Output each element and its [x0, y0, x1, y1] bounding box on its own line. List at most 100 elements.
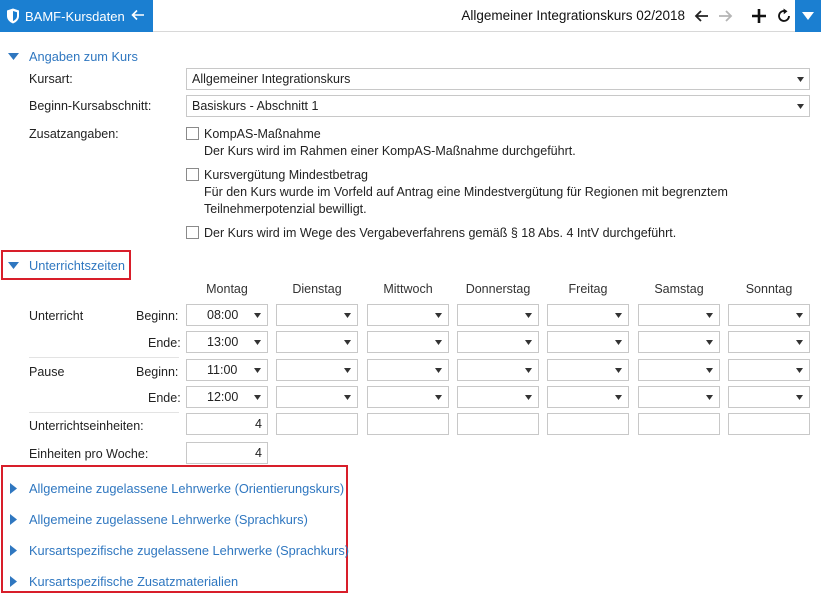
- dropdown-icon: [802, 12, 814, 20]
- section-title: Kursartspezifische zugelassene Lehrwerke…: [29, 543, 350, 558]
- unterricht-beginn-freitag[interactable]: [547, 304, 629, 326]
- einheiten-sonntag[interactable]: [728, 413, 810, 435]
- next-arrow-icon[interactable]: [716, 7, 734, 25]
- unterricht-beginn-sonntag[interactable]: [728, 304, 810, 326]
- pause-ende-sonntag[interactable]: [728, 386, 810, 408]
- einheiten-donnerstag[interactable]: [457, 413, 539, 435]
- prev-arrow-icon[interactable]: [693, 7, 711, 25]
- day-header-donnerstag: Donnerstag: [465, 282, 531, 296]
- unterricht-beginn-mittwoch[interactable]: [367, 304, 449, 326]
- chevron-down-icon: [254, 368, 261, 373]
- section-header-lehrwerke-sprachkurs[interactable]: Allgemeine zugelassene Lehrwerke (Sprach…: [8, 512, 308, 527]
- pause-beginn-mittwoch[interactable]: [367, 359, 449, 381]
- app-tab[interactable]: BAMF-Kursdaten: [0, 0, 153, 32]
- chevron-down-icon: [706, 368, 713, 373]
- chevron-down-icon: [435, 395, 442, 400]
- chevron-down-icon: [796, 313, 803, 318]
- pause-ende-dienstag[interactable]: [276, 386, 358, 408]
- back-arrow-icon[interactable]: [130, 7, 146, 23]
- einheiten-pro-woche-label: Einheiten pro Woche:: [29, 447, 149, 461]
- day-header-mittwoch: Mittwoch: [383, 282, 433, 296]
- section-header-zusatzmaterialien[interactable]: Kursartspezifische Zusatzmaterialien: [8, 574, 238, 589]
- beginn-kursabschnitt-label: Beginn-Kursabschnitt:: [29, 99, 152, 113]
- einheiten-samstag[interactable]: [638, 413, 720, 435]
- pause-ende-samstag[interactable]: [638, 386, 720, 408]
- section-header-unterrichtszeiten[interactable]: Unterrichtszeiten: [8, 258, 125, 273]
- vergabeverfahren-checkbox[interactable]: [186, 226, 199, 239]
- unterricht-ende-montag[interactable]: 13:00: [186, 331, 268, 353]
- chevron-down-icon: [344, 313, 351, 318]
- chevron-down-icon: [615, 395, 622, 400]
- beginn-kursabschnitt-select[interactable]: Basiskurs - Abschnitt 1: [186, 95, 810, 117]
- unterricht-ende-samstag[interactable]: [638, 331, 720, 353]
- section-title: Unterrichtszeiten: [29, 258, 126, 273]
- mindestbetrag-checkbox[interactable]: [186, 168, 199, 181]
- section-header-angaben[interactable]: Angaben zum Kurs: [8, 49, 138, 64]
- chevron-down-icon: [706, 395, 713, 400]
- pause-ende-donnerstag[interactable]: [457, 386, 539, 408]
- pause-beginn-sonntag[interactable]: [728, 359, 810, 381]
- pause-ende-freitag[interactable]: [547, 386, 629, 408]
- chevron-down-icon: [254, 313, 261, 318]
- chevron-down-icon: [8, 262, 19, 269]
- pause-beginn-samstag[interactable]: [638, 359, 720, 381]
- kursart-label: Kursart:: [29, 72, 73, 86]
- triangle-right-icon: [10, 483, 17, 494]
- kompas-checkbox[interactable]: [186, 127, 199, 140]
- unterricht-beginn-samstag[interactable]: [638, 304, 720, 326]
- divider: [29, 412, 179, 413]
- chevron-down-icon: [344, 395, 351, 400]
- chevron-down-icon: [435, 340, 442, 345]
- unterricht-ende-mittwoch[interactable]: [367, 331, 449, 353]
- zusatzangaben-label: Zusatzangaben:: [29, 127, 119, 141]
- chevron-down-icon: [8, 53, 19, 60]
- dropdown-button[interactable]: [795, 0, 821, 32]
- chevron-down-icon: [525, 395, 532, 400]
- kursart-select[interactable]: Allgemeiner Integrationskurs: [186, 68, 810, 90]
- section-title: Angaben zum Kurs: [29, 49, 138, 64]
- pause-beginn-donnerstag[interactable]: [457, 359, 539, 381]
- section-title: Allgemeine zugelassene Lehrwerke (Sprach…: [29, 512, 308, 527]
- pause-beginn-freitag[interactable]: [547, 359, 629, 381]
- pause-beginn-montag[interactable]: 11:00: [186, 359, 268, 381]
- unterricht-beginn-montag[interactable]: 08:00: [186, 304, 268, 326]
- chevron-down-icon: [254, 340, 261, 345]
- plus-icon[interactable]: [750, 7, 768, 25]
- unterricht-beginn-dienstag[interactable]: [276, 304, 358, 326]
- day-header-sonntag: Sonntag: [745, 282, 793, 296]
- unterricht-ende-label: Ende:: [148, 336, 181, 350]
- triangle-right-icon: [10, 545, 17, 556]
- section-title: Allgemeine zugelassene Lehrwerke (Orient…: [29, 481, 345, 496]
- unterricht-ende-donnerstag[interactable]: [457, 331, 539, 353]
- day-header-samstag: Samstag: [654, 282, 704, 296]
- einheiten-pro-woche-field[interactable]: 4: [186, 442, 268, 464]
- chevron-down-icon: [797, 104, 804, 109]
- divider: [29, 357, 179, 358]
- unterricht-ende-sonntag[interactable]: [728, 331, 810, 353]
- triangle-right-icon: [10, 514, 17, 525]
- chevron-down-icon: [796, 368, 803, 373]
- pause-ende-mittwoch[interactable]: [367, 386, 449, 408]
- chevron-down-icon: [797, 77, 804, 82]
- section-header-kursart-lehrwerke[interactable]: Kursartspezifische zugelassene Lehrwerke…: [8, 543, 349, 558]
- chevron-down-icon: [706, 313, 713, 318]
- unterricht-label: Unterricht: [29, 309, 84, 323]
- chevron-down-icon: [344, 340, 351, 345]
- einheiten-mittwoch[interactable]: [367, 413, 449, 435]
- triangle-right-icon: [10, 576, 17, 587]
- unterricht-ende-freitag[interactable]: [547, 331, 629, 353]
- pause-ende-montag[interactable]: 12:00: [186, 386, 268, 408]
- pause-beginn-dienstag[interactable]: [276, 359, 358, 381]
- einheiten-montag[interactable]: 4: [186, 413, 268, 435]
- einheiten-freitag[interactable]: [547, 413, 629, 435]
- chevron-down-icon: [615, 340, 622, 345]
- section-title: Kursartspezifische Zusatzmaterialien: [29, 574, 239, 589]
- einheiten-dienstag[interactable]: [276, 413, 358, 435]
- unterricht-ende-dienstag[interactable]: [276, 331, 358, 353]
- chevron-down-icon: [796, 340, 803, 345]
- unterricht-beginn-donnerstag[interactable]: [457, 304, 539, 326]
- section-header-lehrwerke-orientierung[interactable]: Allgemeine zugelassene Lehrwerke (Orient…: [8, 481, 344, 496]
- day-header-freitag: Freitag: [568, 282, 608, 296]
- refresh-icon[interactable]: [775, 7, 793, 25]
- chevron-down-icon: [615, 313, 622, 318]
